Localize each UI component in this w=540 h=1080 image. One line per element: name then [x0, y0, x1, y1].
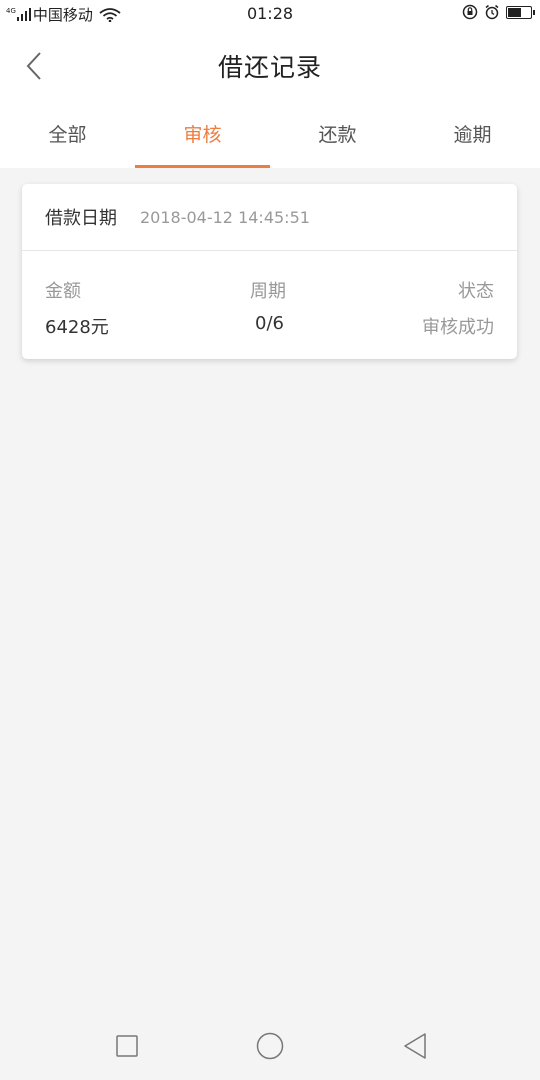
- home-icon: [256, 1032, 284, 1060]
- tab-all[interactable]: 全部: [0, 106, 135, 168]
- battery-icon: [506, 5, 535, 19]
- app-header: 借还记录 全部 审核 还款 逾期: [0, 28, 540, 168]
- tab-repayment[interactable]: 还款: [270, 106, 405, 168]
- tab-overdue[interactable]: 逾期: [405, 106, 540, 168]
- recent-apps-icon: [116, 1035, 138, 1057]
- tab-review[interactable]: 审核: [135, 106, 270, 168]
- card-details: 金额 6428元 周期 0/6 状态 审核成功: [22, 251, 517, 359]
- recent-apps-button[interactable]: [107, 1026, 147, 1066]
- battery-level: [508, 7, 522, 17]
- amount-value: 6428元: [45, 317, 109, 338]
- alarm-icon: [485, 4, 499, 20]
- status-bar-right: [462, 4, 535, 20]
- period-value: 0/6: [255, 313, 284, 334]
- status-label: 状态: [458, 281, 494, 302]
- card-header: 借款日期 2018-04-12 14:45:51: [22, 184, 517, 251]
- status-bar: 4G 中国移动 01:28: [0, 0, 540, 28]
- loan-record-card[interactable]: 借款日期 2018-04-12 14:45:51 金额 6428元 周期 0/6…: [22, 184, 517, 359]
- rotation-lock-icon: [462, 4, 478, 20]
- system-nav-bar: [0, 1008, 540, 1080]
- period-label: 周期: [250, 281, 286, 302]
- status-time: 01:28: [246, 4, 294, 23]
- tab-bar: 全部 审核 还款 逾期: [0, 106, 540, 168]
- page-title: 借还记录: [217, 53, 322, 82]
- back-icon: [404, 1033, 426, 1059]
- amount-label: 金额: [45, 281, 81, 302]
- status-value: 审核成功: [422, 317, 494, 338]
- loan-date-label: 借款日期: [45, 208, 117, 229]
- home-button[interactable]: [250, 1026, 290, 1066]
- back-nav-button[interactable]: [395, 1026, 435, 1066]
- loan-date-value: 2018-04-12 14:45:51: [140, 207, 310, 227]
